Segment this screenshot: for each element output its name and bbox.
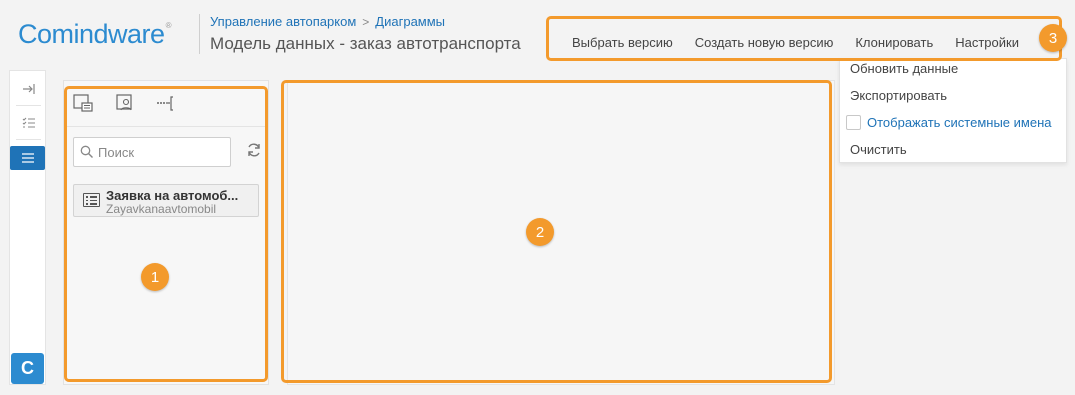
breadcrumb-diagrams[interactable]: Диаграммы xyxy=(375,14,445,29)
refresh-data-item[interactable]: Обновить данные xyxy=(850,61,958,76)
logo-text: Comindware xyxy=(18,19,165,49)
rail-divider xyxy=(16,105,41,106)
app-logo-badge[interactable]: C xyxy=(11,353,44,384)
rail-divider xyxy=(16,139,41,140)
breadcrumb-separator: > xyxy=(362,14,370,29)
callout-frame-2 xyxy=(281,80,832,383)
page-title: Модель данных - заказ автотранспорта xyxy=(210,34,521,53)
clear-item[interactable]: Очистить xyxy=(850,142,907,157)
breadcrumb-fleet-management[interactable]: Управление автопарком xyxy=(210,14,356,29)
callout-badge-2: 2 xyxy=(526,218,554,246)
left-rail: C xyxy=(9,70,46,385)
registered-mark: ® xyxy=(165,21,172,30)
show-system-names-label[interactable]: Отображать системные имена xyxy=(867,115,1051,130)
show-system-names-checkbox[interactable] xyxy=(846,115,861,130)
collapse-panel-icon[interactable] xyxy=(10,77,47,101)
breadcrumb: Управление автопарком > Диаграммы xyxy=(210,14,445,29)
export-item[interactable]: Экспортировать xyxy=(850,88,947,103)
header-divider xyxy=(199,14,200,54)
callout-badge-1: 1 xyxy=(141,263,169,291)
callout-frame-3 xyxy=(546,16,1062,61)
callout-frame-1 xyxy=(64,86,268,382)
settings-dropdown: Обновить данные Экспортировать Отображат… xyxy=(839,58,1067,163)
list-icon[interactable] xyxy=(10,146,45,170)
comindware-logo: Comindware® xyxy=(18,19,172,50)
callout-badge-3: 3 xyxy=(1039,24,1067,52)
checklist-icon[interactable] xyxy=(10,111,47,135)
